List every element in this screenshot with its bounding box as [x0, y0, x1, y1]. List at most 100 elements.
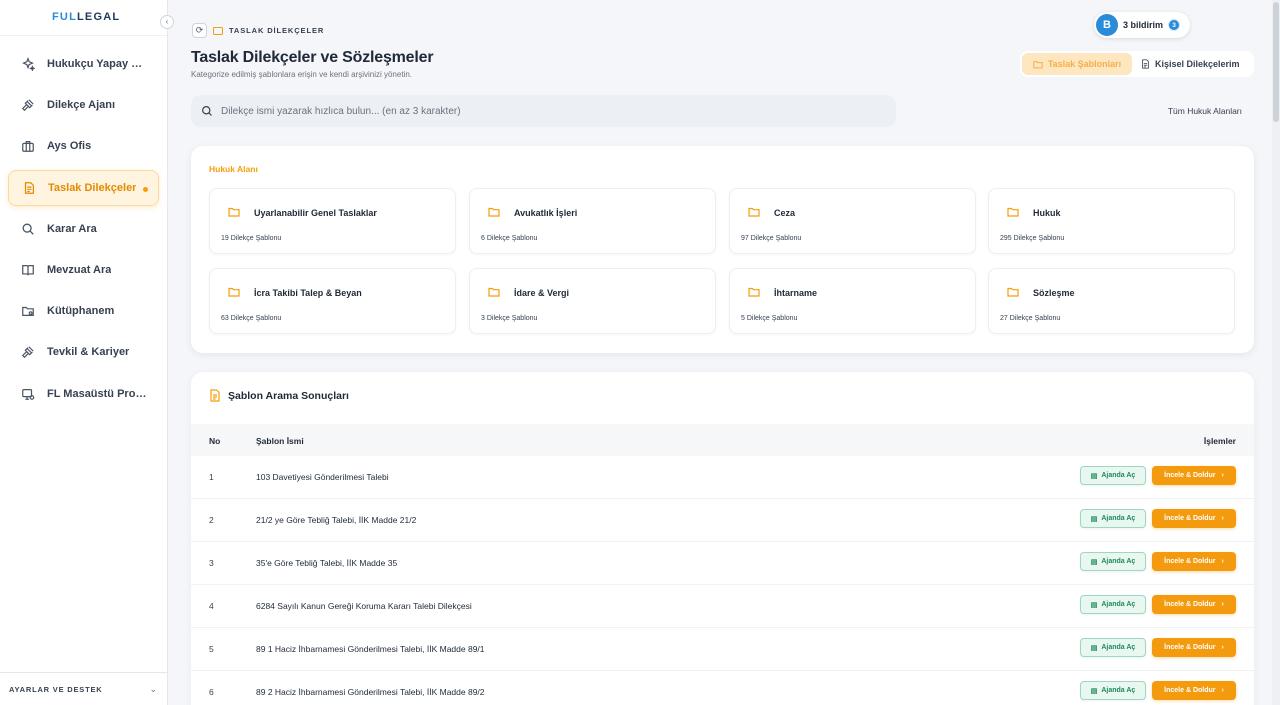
tab-label: Taslak Şablonları: [1047, 59, 1122, 69]
open-agenda-label: Ajanda Aç: [1101, 687, 1136, 694]
category-count: 63 Dilekçe Şablonu: [221, 315, 282, 322]
sidebar-item-hukukcu-yapay-zeka[interactable]: Hukukçu Yapay Zeka: [8, 46, 159, 82]
sidebar-item-label: FL Masaüstü Programı: [47, 387, 147, 400]
review-fill-button[interactable]: İncele & Doldur ›: [1152, 509, 1236, 528]
category-name: Avukatlık İşleri: [514, 208, 578, 218]
scrollbar-thumb[interactable]: [1273, 2, 1279, 122]
review-fill-button[interactable]: İncele & Doldur ›: [1152, 595, 1236, 614]
sidebar-item-taslak-dilekceler[interactable]: Taslak Dilekçeler: [8, 169, 159, 206]
folder-icon: [748, 207, 760, 217]
search-icon: [202, 106, 212, 116]
page-scrollbar[interactable]: [1272, 0, 1280, 705]
review-fill-button[interactable]: İncele & Doldur ›: [1152, 681, 1236, 700]
category-name: Uyarlanabilir Genel Taslaklar: [254, 208, 377, 218]
review-fill-label: İncele & Doldur: [1164, 687, 1216, 694]
open-agenda-button[interactable]: ▤ Ajanda Aç: [1080, 552, 1146, 571]
category-count: 19 Dilekçe Şablonu: [221, 235, 282, 242]
open-agenda-label: Ajanda Aç: [1101, 472, 1136, 479]
chevron-right-icon: ›: [1221, 687, 1224, 694]
category-count: 5 Dilekçe Şablonu: [741, 315, 798, 322]
collapse-sidebar-button[interactable]: ‹: [160, 15, 174, 29]
row-number: 6: [209, 687, 214, 697]
sidebar-item-mevzuat-ara[interactable]: Mevzuat Ara: [8, 252, 159, 288]
sidebar: FULLEGAL ‹ Hukukçu Yapay Zeka Dilekçe Aj…: [0, 0, 174, 705]
folder-icon: [1007, 287, 1019, 297]
template-name: 35'e Göre Tebliğ Talebi, İİK Madde 35: [256, 558, 398, 568]
law-area-heading: Hukuk Alanı: [209, 164, 258, 174]
open-agenda-button[interactable]: ▤ Ajanda Aç: [1080, 509, 1146, 528]
category-card[interactable]: Uyarlanabilir Genel Taslaklar 19 Dilekçe…: [209, 188, 456, 254]
main-content: ⟳ TASLAK DİLEKÇELER B 3 bildirim 3 Tasla…: [168, 0, 1280, 705]
logo-prefix: FUL: [52, 11, 77, 23]
gavel-icon: [20, 344, 36, 360]
sidebar-item-dilekce-ajani[interactable]: Dilekçe Ajanı: [8, 87, 159, 123]
sidebar-item-karar-ara[interactable]: Karar Ara: [8, 211, 159, 247]
category-count: 3 Dilekçe Şablonu: [481, 315, 538, 322]
open-agenda-button[interactable]: ▤ Ajanda Aç: [1080, 595, 1146, 614]
refresh-button[interactable]: ⟳: [192, 23, 207, 38]
open-agenda-label: Ajanda Aç: [1101, 644, 1136, 651]
sidebar-item-label: Kütüphanem: [47, 305, 115, 318]
sidebar-item-tevkil-kariyer[interactable]: Tevkil & Kariyer: [8, 334, 159, 370]
library-icon: [20, 303, 36, 319]
folder-icon: [1007, 207, 1019, 217]
sidebar-item-label: Taslak Dilekçeler: [48, 181, 137, 194]
folder-icon: [488, 287, 500, 297]
category-count: 6 Dilekçe Şablonu: [481, 235, 538, 242]
open-agenda-button[interactable]: ▤ Ajanda Aç: [1080, 466, 1146, 485]
template-search-box: [191, 95, 896, 127]
sidebar-item-label: Tevkil & Kariyer: [47, 346, 130, 359]
category-card[interactable]: İdare & Vergi 3 Dilekçe Şablonu: [469, 268, 716, 334]
open-agenda-button[interactable]: ▤ Ajanda Aç: [1080, 681, 1146, 700]
review-fill-label: İncele & Doldur: [1164, 558, 1216, 565]
document-icon: ▤: [1090, 687, 1098, 695]
sidebar-nav: Hukukçu Yapay Zeka Dilekçe Ajanı Ays Ofi…: [0, 36, 167, 412]
law-area-panel: Hukuk Alanı Uyarlanabilir Genel Taslakla…: [191, 146, 1254, 353]
template-name: 89 1 Haciz İhbarnamesi Gönderilmesi Tale…: [256, 644, 485, 654]
folder-icon: [228, 207, 240, 217]
category-card[interactable]: Sözleşme 27 Dilekçe Şablonu: [988, 268, 1235, 334]
category-count: 27 Dilekçe Şablonu: [1000, 315, 1061, 322]
sidebar-item-label: Karar Ara: [47, 222, 97, 235]
folder-icon: [488, 207, 500, 217]
folder-icon: [748, 287, 760, 297]
tab-taslak-sablonlari[interactable]: Taslak Şablonları: [1022, 53, 1132, 75]
avatar[interactable]: B: [1096, 14, 1118, 36]
search-results-panel: Şablon Arama Sonuçları No Şablon İsmi İş…: [191, 372, 1254, 705]
category-card[interactable]: İcra Takibi Talep & Beyan 63 Dilekçe Şab…: [209, 268, 456, 334]
row-number: 2: [209, 515, 214, 525]
open-agenda-button[interactable]: ▤ Ajanda Aç: [1080, 638, 1146, 657]
category-card[interactable]: İhtarname 5 Dilekçe Şablonu: [729, 268, 976, 334]
review-fill-label: İncele & Doldur: [1164, 515, 1216, 522]
row-number: 4: [209, 601, 214, 611]
sidebar-item-kutuphanem[interactable]: Kütüphanem: [8, 293, 159, 329]
category-card[interactable]: Avukatlık İşleri 6 Dilekçe Şablonu: [469, 188, 716, 254]
open-agenda-label: Ajanda Aç: [1101, 515, 1136, 522]
review-fill-button[interactable]: İncele & Doldur ›: [1152, 638, 1236, 657]
sidebar-item-fl-masaustu[interactable]: FL Masaüstü Programı: [8, 376, 159, 412]
law-area-filter[interactable]: Tüm Hukuk Alanları: [1168, 106, 1242, 116]
template-name: 103 Davetiyesi Gönderilmesi Talebi: [256, 472, 389, 482]
notifications-button[interactable]: B 3 bildirim 3: [1094, 12, 1191, 38]
sidebar-item-label: Ays Ofis: [47, 140, 92, 153]
tab-kisisel-dilekcelerim[interactable]: Kişisel Dilekçelerim: [1132, 53, 1249, 75]
document-icon: ▤: [1090, 558, 1098, 566]
review-fill-button[interactable]: İncele & Doldur ›: [1152, 552, 1236, 571]
document-icon: [21, 180, 37, 196]
review-fill-button[interactable]: İncele & Doldur ›: [1152, 466, 1236, 485]
review-fill-label: İncele & Doldur: [1164, 644, 1216, 651]
tab-label: Kişisel Dilekçelerim: [1155, 59, 1240, 69]
category-name: Ceza: [774, 208, 796, 218]
template-name: 6284 Sayılı Kanun Gereği Koruma Kararı T…: [256, 601, 472, 611]
category-card[interactable]: Hukuk 295 Dilekçe Şablonu: [988, 188, 1235, 254]
document-icon: ▤: [1090, 472, 1098, 480]
folder-icon: [1033, 60, 1043, 68]
settings-support-toggle[interactable]: AYARLAR VE DESTEK ⌄: [0, 672, 167, 705]
table-row: 3 35'e Göre Tebliğ Talebi, İİK Madde 35 …: [191, 542, 1254, 585]
sidebar-item-label: Hukukçu Yapay Zeka: [47, 58, 147, 70]
sidebar-item-ays-ofis[interactable]: Ays Ofis: [8, 128, 159, 164]
column-header-actions: İşlemler: [1203, 436, 1236, 446]
search-input[interactable]: [221, 105, 871, 117]
app-logo[interactable]: FULLEGAL: [52, 11, 120, 23]
category-card[interactable]: Ceza 97 Dilekçe Şablonu: [729, 188, 976, 254]
